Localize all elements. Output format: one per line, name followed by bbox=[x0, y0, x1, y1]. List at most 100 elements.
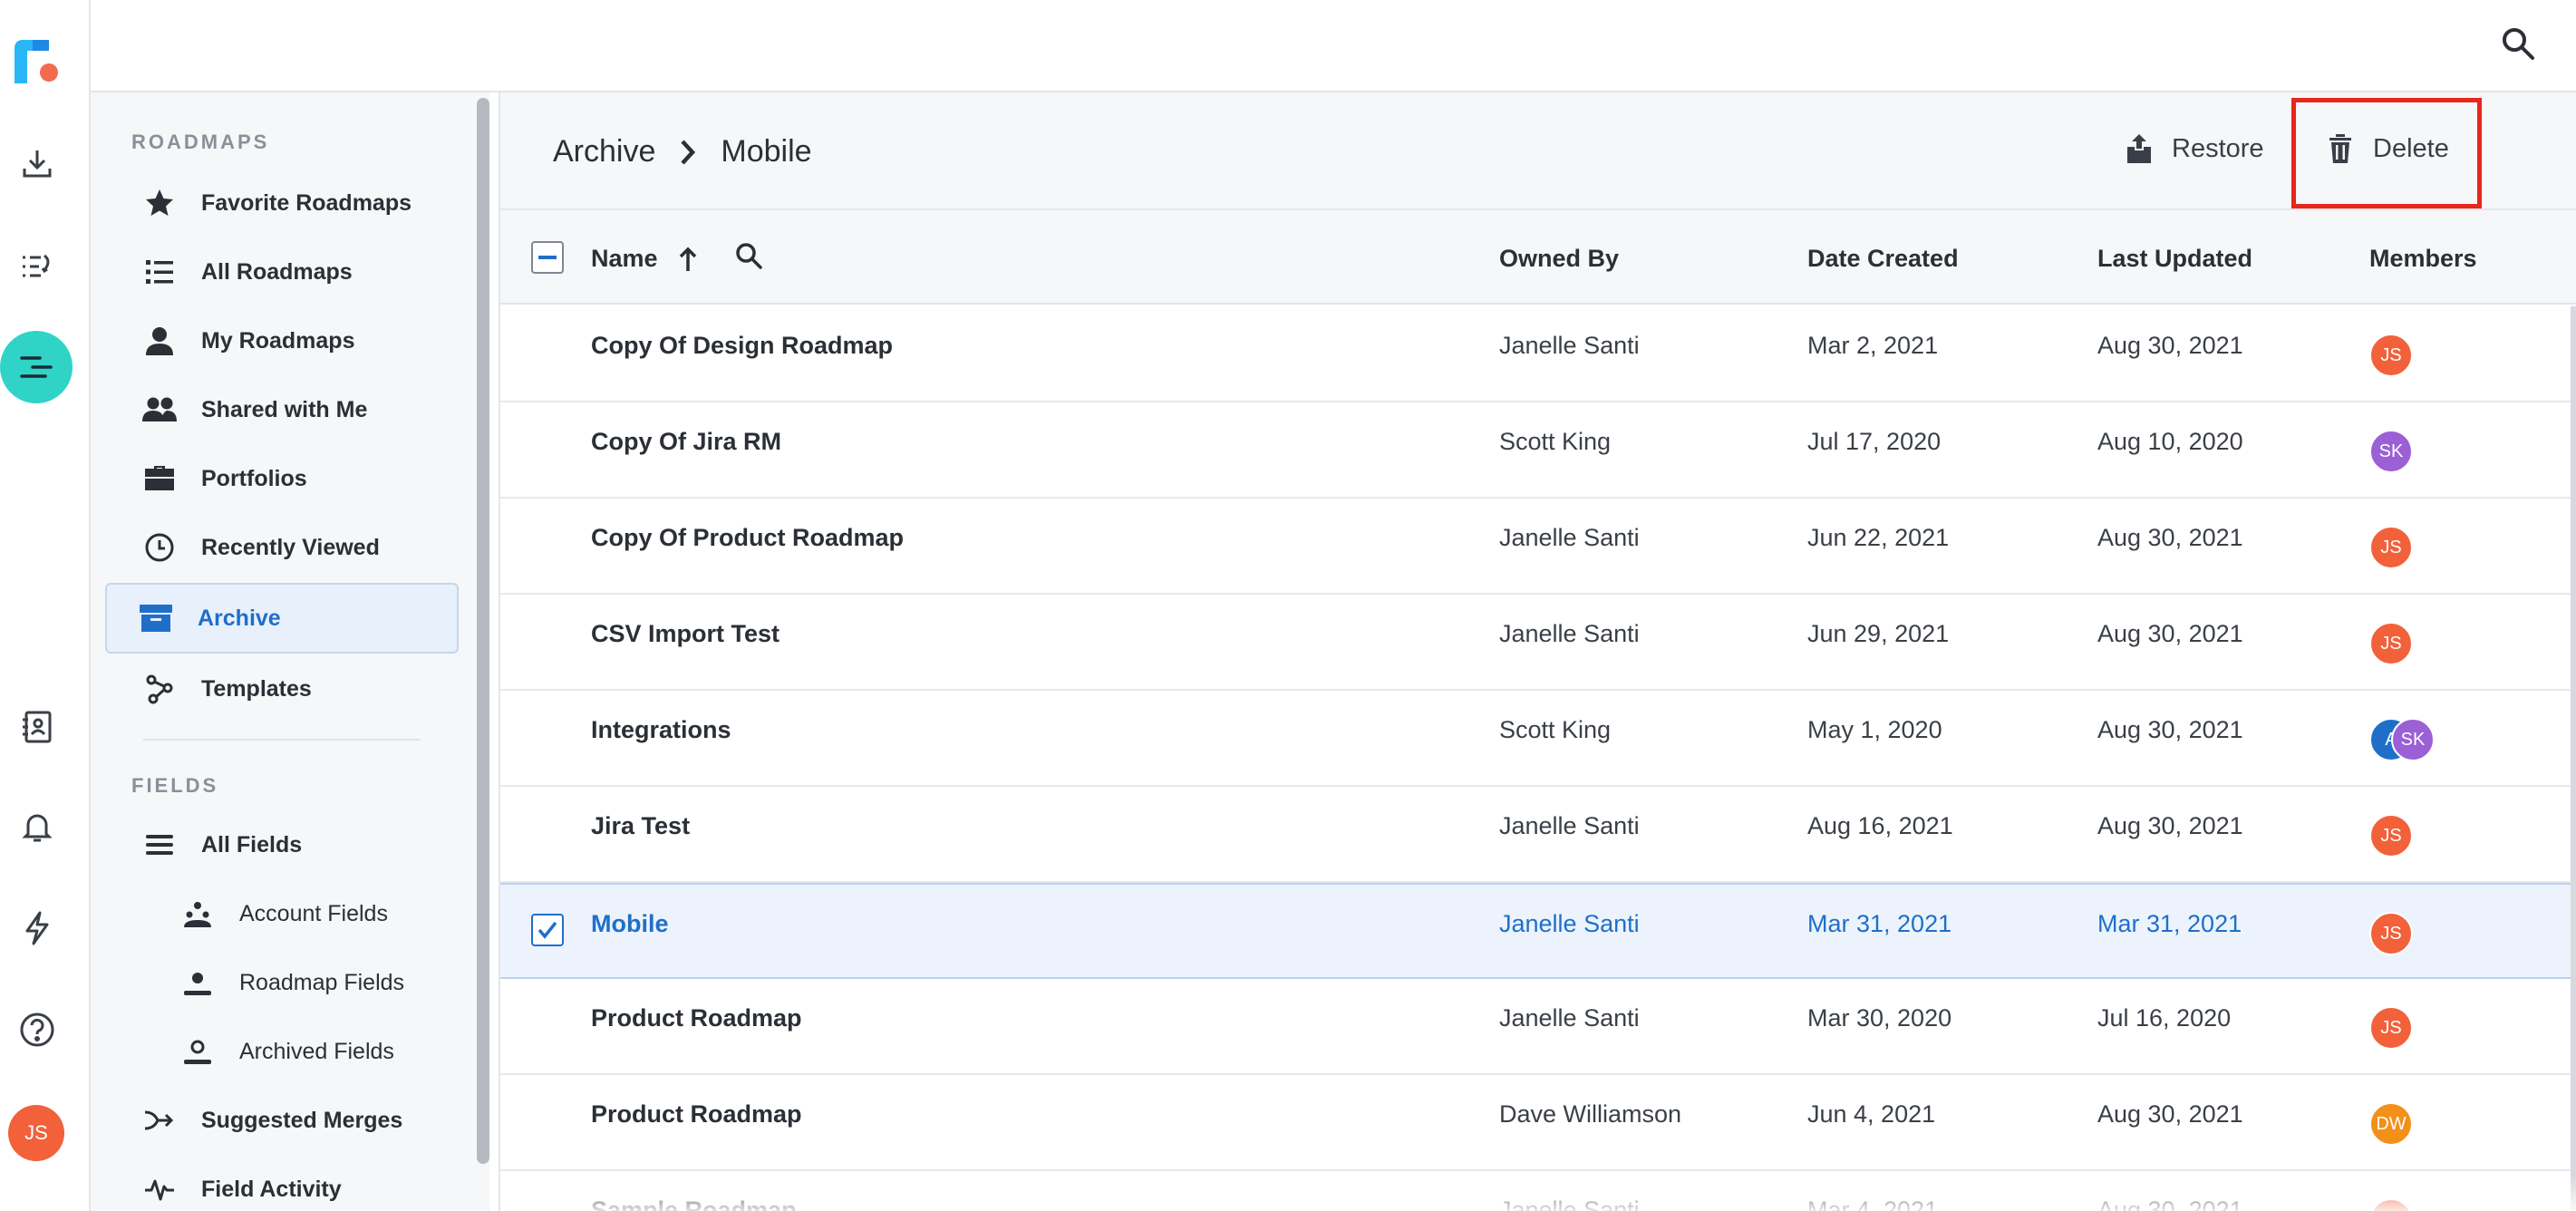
roadmaps-section-title: ROADMAPS bbox=[131, 131, 270, 153]
roadmap-name[interactable]: Copy Of Jira RM bbox=[591, 428, 781, 456]
roadmap-fields-icon bbox=[179, 964, 216, 1001]
roadmaps-nav-icon[interactable] bbox=[0, 331, 73, 403]
last-updated: Aug 10, 2020 bbox=[2097, 428, 2243, 455]
date-created: Jun 4, 2021 bbox=[1807, 1100, 1936, 1128]
top-bar bbox=[91, 0, 2576, 92]
owner-name: Scott King bbox=[1499, 428, 1612, 455]
last-updated: Aug 30, 2021 bbox=[2097, 620, 2243, 647]
column-header-name[interactable]: Name bbox=[591, 242, 763, 273]
column-search-icon[interactable] bbox=[734, 241, 763, 270]
column-header-date-created[interactable]: Date Created bbox=[1807, 245, 1959, 273]
download-icon[interactable] bbox=[14, 140, 61, 187]
last-updated: Jul 16, 2020 bbox=[2097, 1004, 2232, 1032]
roadmap-name[interactable]: Copy Of Design Roadmap bbox=[591, 332, 893, 360]
last-updated: Aug 30, 2021 bbox=[2097, 716, 2243, 743]
roadmap-name[interactable]: Jira Test bbox=[591, 812, 690, 840]
bottom-fade bbox=[500, 1175, 2576, 1211]
last-updated: Mar 31, 2021 bbox=[2097, 910, 2242, 937]
roadmap-name[interactable]: CSV Import Test bbox=[591, 620, 780, 648]
people-icon bbox=[141, 392, 178, 428]
breadcrumb-archive-link[interactable]: Archive bbox=[553, 134, 655, 170]
column-header-last-updated[interactable]: Last Updated bbox=[2097, 245, 2252, 273]
sidebar-item-favorite-roadmaps[interactable]: Favorite Roadmaps bbox=[105, 170, 459, 236]
select-all-checkbox[interactable] bbox=[531, 241, 564, 274]
column-header-owned-by[interactable]: Owned By bbox=[1499, 245, 1619, 273]
owner-name: Janelle Santi bbox=[1499, 524, 1640, 551]
sidebar-item-portfolios[interactable]: Portfolios bbox=[105, 446, 459, 511]
roadmap-name[interactable]: Product Roadmap bbox=[591, 1100, 802, 1129]
member-avatar[interactable]: SK bbox=[2391, 718, 2435, 761]
templates-icon bbox=[141, 671, 178, 707]
sidebar-item-account-fields[interactable]: Account Fields bbox=[105, 881, 459, 946]
contacts-book-icon[interactable] bbox=[14, 703, 61, 751]
stack-icon bbox=[141, 827, 178, 863]
table-row[interactable]: Product Roadmap Dave Williamson Jun 4, 202… bbox=[500, 1075, 2576, 1171]
help-icon[interactable] bbox=[14, 1006, 61, 1053]
table-row[interactable]: Mobile Janelle Santi Mar 31, 2021 Mar 31, 2… bbox=[500, 883, 2576, 979]
sidebar-item-recently-viewed[interactable]: Recently Viewed bbox=[105, 515, 459, 580]
roadmap-name[interactable]: Mobile bbox=[591, 910, 669, 938]
briefcase-icon bbox=[141, 460, 178, 497]
roadmap-name[interactable]: Product Roadmap bbox=[591, 1004, 802, 1032]
member-avatar[interactable]: JS bbox=[2369, 1006, 2413, 1050]
sidebar-item-all-fields[interactable]: All Fields bbox=[105, 812, 459, 877]
table-scrollbar[interactable] bbox=[2571, 306, 2576, 1211]
table-row[interactable]: Copy Of Design Roadmap Janelle Santi Mar 2… bbox=[500, 306, 2576, 402]
sidebar-item-templates[interactable]: Templates bbox=[105, 656, 459, 722]
member-avatar[interactable]: JS bbox=[2369, 814, 2413, 857]
table-row[interactable]: Product Roadmap Janelle Santi Mar 30, 2020… bbox=[500, 979, 2576, 1075]
table-row[interactable]: CSV Import Test Janelle Santi Jun 29, 2021… bbox=[500, 595, 2576, 691]
page-header: Archive Mobile Restore Delete bbox=[500, 92, 2576, 210]
date-created: May 1, 2020 bbox=[1807, 716, 1942, 743]
sidebar-item-all-roadmaps[interactable]: All Roadmaps bbox=[105, 239, 459, 305]
lightning-icon[interactable] bbox=[14, 905, 61, 952]
restore-button[interactable]: Restore bbox=[2123, 132, 2264, 165]
column-name-label: Name bbox=[591, 245, 658, 272]
sidebar-item-my-roadmaps[interactable]: My Roadmaps bbox=[105, 308, 459, 373]
row-checkbox[interactable] bbox=[531, 914, 564, 946]
sidebar-item-label: Shared with Me bbox=[201, 396, 368, 422]
sidebar-item-suggested-merges[interactable]: Suggested Merges bbox=[105, 1088, 459, 1153]
member-avatar[interactable]: DW bbox=[2369, 1102, 2413, 1146]
list-flow-icon[interactable] bbox=[14, 243, 61, 290]
column-header-members[interactable]: Members bbox=[2369, 245, 2477, 273]
notifications-bell-icon[interactable] bbox=[14, 803, 61, 850]
roadmap-name[interactable]: Integrations bbox=[591, 716, 731, 744]
table-row[interactable]: Copy Of Jira RM Scott King Jul 17, 2020 Aug… bbox=[500, 402, 2576, 499]
main-panel: Archive Mobile Restore Delete Name Owned… bbox=[499, 92, 2576, 1211]
roadmunk-logo-icon[interactable] bbox=[13, 36, 63, 87]
sidebar-item-archive[interactable]: Archive bbox=[105, 583, 459, 654]
breadcrumb-current: Mobile bbox=[721, 134, 812, 169]
sort-ascending-icon[interactable] bbox=[678, 246, 698, 273]
trash-icon bbox=[2324, 132, 2357, 165]
user-avatar[interactable]: JS bbox=[8, 1105, 64, 1161]
date-created: Jun 22, 2021 bbox=[1807, 524, 1950, 551]
sidebar-item-field-activity[interactable]: Field Activity bbox=[105, 1157, 459, 1211]
app-rail: JS bbox=[0, 0, 91, 1211]
restore-label: Restore bbox=[2172, 133, 2264, 163]
member-avatar[interactable]: JS bbox=[2369, 622, 2413, 665]
delete-button[interactable]: Delete bbox=[2324, 132, 2449, 165]
table-row[interactable]: Jira Test Janelle Santi Aug 16, 2021 Aug 30… bbox=[500, 787, 2576, 883]
table-row[interactable]: Integrations Scott King May 1, 2020 Aug 30,… bbox=[500, 691, 2576, 787]
member-avatar[interactable]: JS bbox=[2369, 334, 2413, 377]
table-row[interactable]: Copy Of Product Roadmap Janelle Santi Jun … bbox=[500, 499, 2576, 595]
roadmap-name[interactable]: Copy Of Product Roadmap bbox=[591, 524, 904, 552]
sidebar-item-label: Favorite Roadmaps bbox=[201, 189, 412, 216]
clock-icon bbox=[141, 529, 178, 566]
global-search-icon[interactable] bbox=[2493, 18, 2543, 69]
member-avatar[interactable]: SK bbox=[2369, 430, 2413, 473]
sidebar-item-roadmap-fields[interactable]: Roadmap Fields bbox=[105, 950, 459, 1015]
date-created: Mar 30, 2020 bbox=[1807, 1004, 1952, 1032]
sidebar-scrollbar[interactable] bbox=[477, 98, 489, 1164]
sidebar-item-archived-fields[interactable]: Archived Fields bbox=[105, 1019, 459, 1084]
last-updated: Aug 30, 2021 bbox=[2097, 524, 2243, 551]
archived-fields-icon bbox=[179, 1033, 216, 1070]
member-avatar[interactable]: JS bbox=[2369, 912, 2413, 955]
sidebar: ROADMAPS Favorite Roadmaps All Roadmaps … bbox=[91, 92, 489, 1211]
owner-name: Janelle Santi bbox=[1499, 812, 1640, 839]
sidebar-item-label: Archived Fields bbox=[239, 1038, 394, 1064]
sidebar-item-shared-with-me[interactable]: Shared with Me bbox=[105, 377, 459, 442]
member-avatar[interactable]: JS bbox=[2369, 526, 2413, 569]
sidebar-divider bbox=[143, 739, 421, 741]
